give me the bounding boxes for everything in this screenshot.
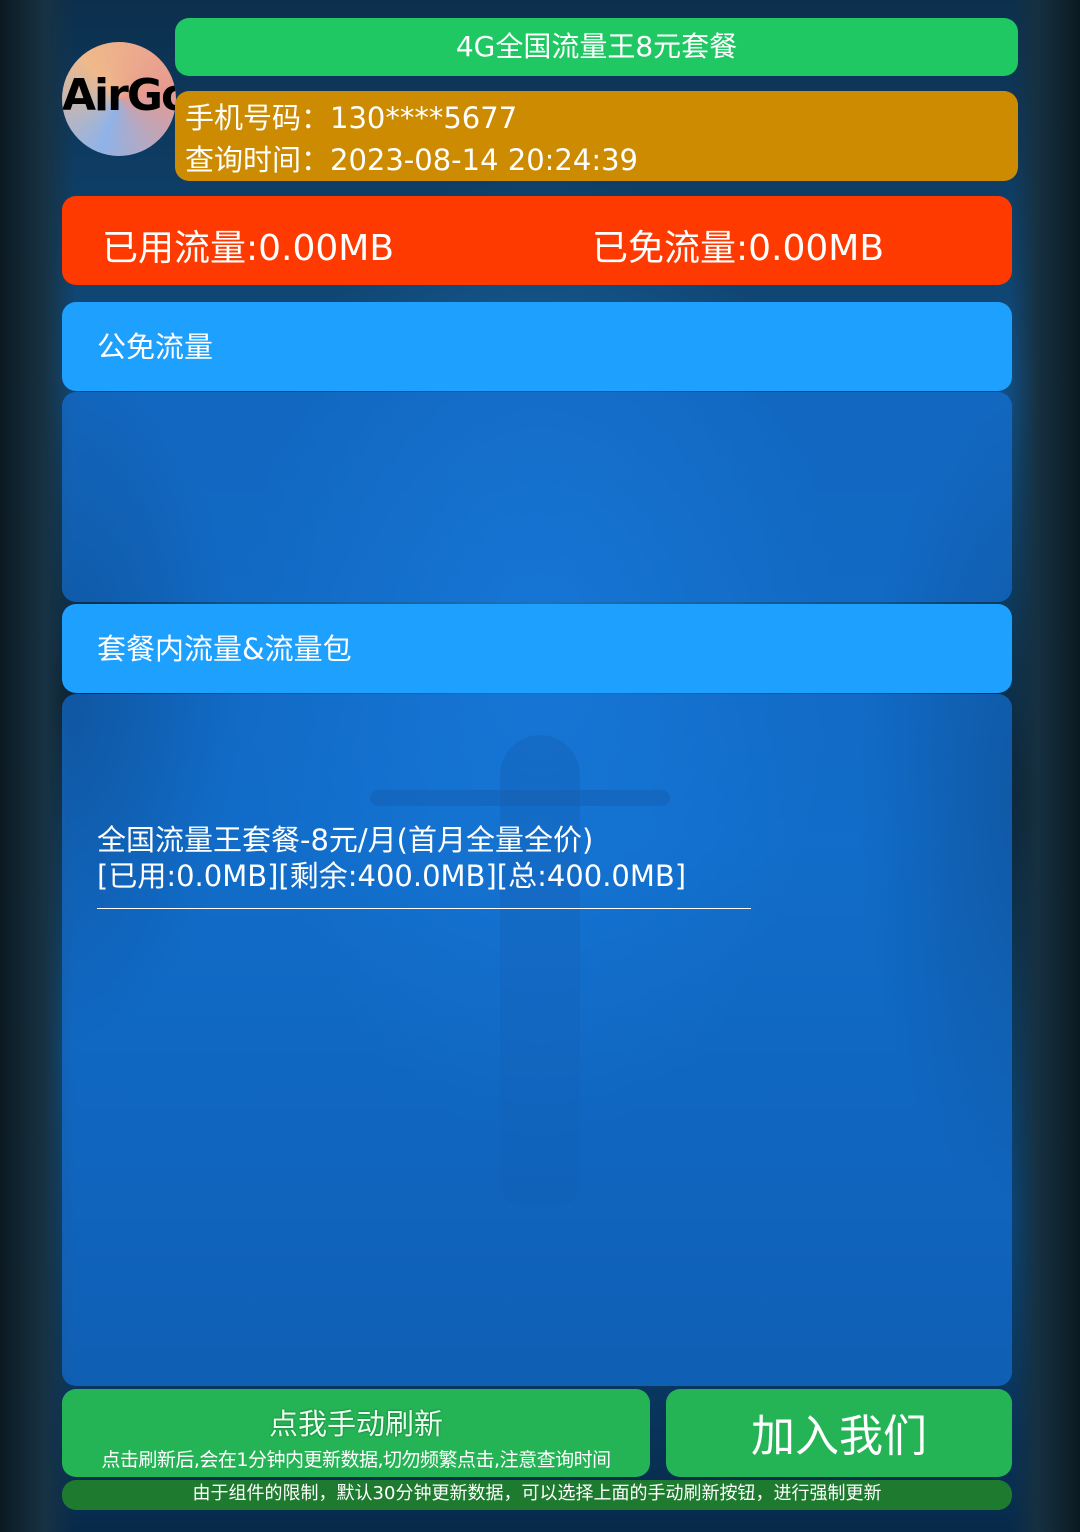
logo-text: AirGo xyxy=(62,70,176,121)
plan-title-bar: 4G全国流量王8元套餐 xyxy=(175,18,1018,76)
used-traffic: 已用流量:0.00MB xyxy=(102,228,395,269)
usage-summary-bar: 已用流量:0.00MB 已免流量:0.00MB xyxy=(62,196,1012,285)
manual-refresh-button[interactable]: 点我手动刷新 点击刷新后,会在1分钟内更新数据,切勿频繁点击,注意查询时间 xyxy=(62,1389,650,1477)
query-time: 查询时间：2023-08-14 20:24:39 xyxy=(185,143,638,177)
section-panel-public-free xyxy=(62,392,1012,602)
free-traffic: 已免流量:0.00MB xyxy=(592,228,885,269)
refresh-button-label: 点我手动刷新 xyxy=(268,1407,443,1441)
background-rock-right xyxy=(1010,0,1080,1532)
dashed-divider xyxy=(97,908,751,909)
app-logo: AirGo xyxy=(62,42,176,156)
account-info-box: 手机号码：130****5677 查询时间：2023-08-14 20:24:3… xyxy=(175,91,1018,181)
footer-note-bar: 由于组件的限制，默认30分钟更新数据，可以选择上面的手动刷新按钮，进行强制更新 xyxy=(62,1480,1012,1510)
join-button-label: 加入我们 xyxy=(751,1411,927,1462)
section-title: 套餐内流量&流量包 xyxy=(97,632,352,666)
section-panel-package: 全国流量王套餐-8元/月(首月全量全价) [已用:0.0MB][剩余:400.0… xyxy=(62,694,1012,1386)
join-us-button[interactable]: 加入我们 xyxy=(666,1389,1012,1477)
section-title: 公免流量 xyxy=(97,330,214,364)
phone-number: 手机号码：130****5677 xyxy=(185,101,518,135)
plan-title: 4G全国流量王8元套餐 xyxy=(455,30,738,63)
section-header-package: 套餐内流量&流量包 xyxy=(62,604,1012,693)
section-header-public-free: 公免流量 xyxy=(62,302,1012,391)
footer-note: 由于组件的限制，默认30分钟更新数据，可以选择上面的手动刷新按钮，进行强制更新 xyxy=(192,1483,882,1504)
refresh-hint: 点击刷新后,会在1分钟内更新数据,切勿频繁点击,注意查询时间 xyxy=(101,1449,611,1471)
plan-detail: [已用:0.0MB][剩余:400.0MB][总:400.0MB] xyxy=(97,859,687,893)
plan-name: 全国流量王套餐-8元/月(首月全量全价) xyxy=(97,823,594,857)
plan-entry: 全国流量王套餐-8元/月(首月全量全价) [已用:0.0MB][剩余:400.0… xyxy=(97,822,686,894)
